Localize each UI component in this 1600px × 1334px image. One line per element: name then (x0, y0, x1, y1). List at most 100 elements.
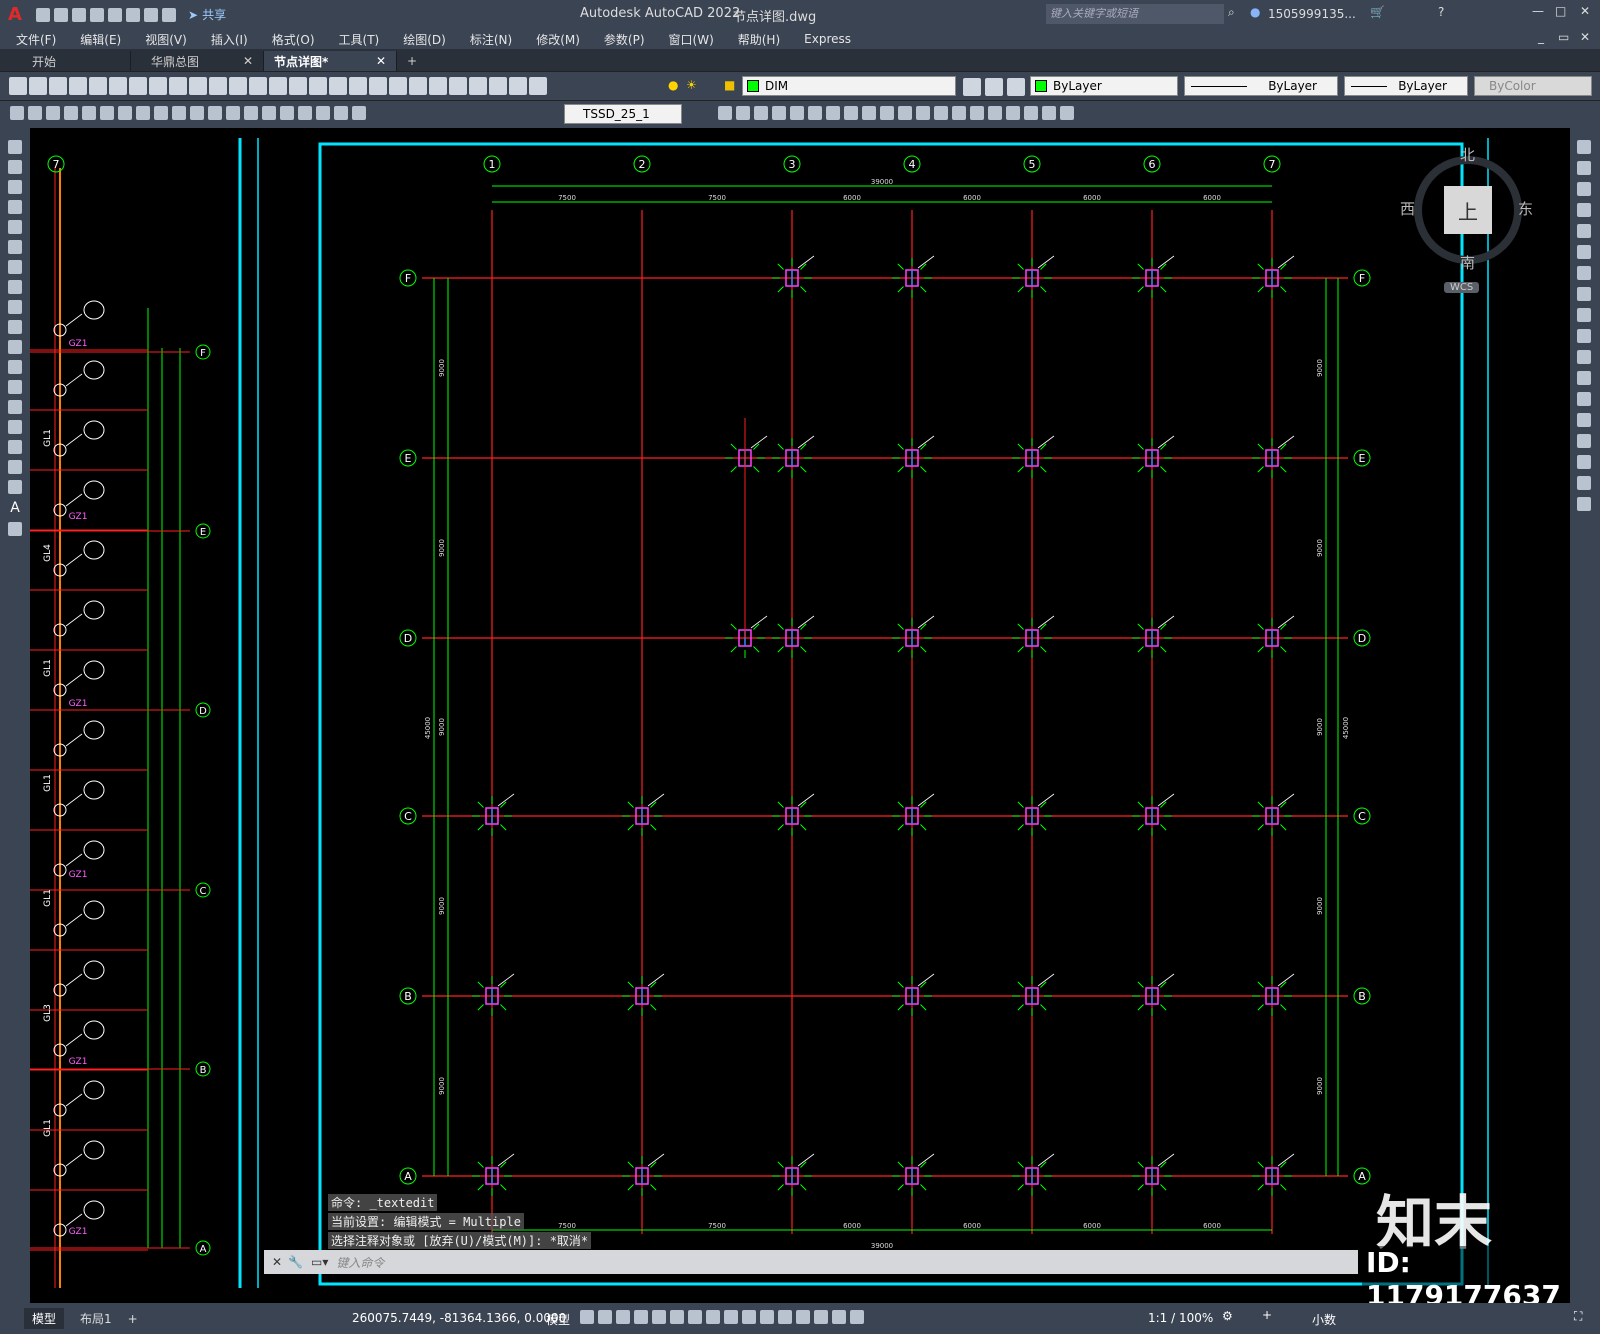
rotate-icon[interactable] (1577, 266, 1591, 280)
jogged-linear-icon[interactable] (298, 106, 312, 120)
help-icon[interactable] (489, 77, 507, 95)
circle-icon[interactable] (8, 260, 22, 274)
mirror-icon[interactable] (1577, 182, 1591, 196)
search-icon[interactable]: ⌕ (1228, 5, 1235, 20)
point-icon[interactable] (8, 400, 22, 414)
dim-text-edit-icon[interactable] (334, 106, 348, 120)
pan-icon[interactable] (289, 77, 307, 95)
add-selected-icon[interactable] (8, 522, 22, 536)
3d-osnap-icon[interactable] (760, 1310, 774, 1324)
crosshair-icon[interactable]: + (1262, 1308, 1272, 1322)
preview-icon[interactable] (89, 77, 107, 95)
blend-icon[interactable] (1577, 476, 1591, 490)
walk-icon[interactable] (1060, 106, 1074, 120)
hatch-icon[interactable] (8, 420, 22, 434)
user-name[interactable]: 1505999135... (1268, 7, 1356, 21)
wrench-icon[interactable]: 🔧 (288, 1255, 303, 1269)
section-icon[interactable] (970, 106, 984, 120)
arc-icon[interactable] (8, 240, 22, 254)
close-icon[interactable]: ✕ (243, 54, 253, 68)
new-tab-button[interactable]: + (397, 51, 441, 71)
copy-icon[interactable] (169, 77, 187, 95)
attribute-icon[interactable] (754, 106, 768, 120)
surface-icon[interactable] (934, 106, 948, 120)
zoom-window-icon[interactable] (329, 77, 347, 95)
doc-minimize-button[interactable]: _ (1538, 30, 1544, 44)
share-button[interactable]: ➤ 共享 (188, 6, 226, 23)
layer-dropdown[interactable]: DIM (742, 76, 956, 96)
tab-node-detail[interactable]: 节点详图* ✕ (264, 51, 397, 71)
saveas-icon[interactable] (90, 7, 104, 22)
viewcube[interactable]: 上 北 南 西 东 WCS (1400, 142, 1540, 302)
object-snap-icon[interactable] (688, 1310, 702, 1324)
render-icon[interactable] (826, 106, 840, 120)
fillet-icon[interactable] (1577, 455, 1591, 469)
zoom-previous-icon[interactable] (349, 77, 367, 95)
named-view-icon[interactable] (1042, 106, 1056, 120)
close-button[interactable]: ✕ (1580, 4, 1590, 18)
lineweight-icon[interactable] (706, 1310, 720, 1324)
join-icon[interactable] (1577, 413, 1591, 427)
undo-icon[interactable] (144, 7, 158, 22)
quick-dim-icon[interactable] (154, 106, 168, 120)
stretch-icon[interactable] (1577, 308, 1591, 322)
dim-jogged-icon[interactable] (100, 106, 114, 120)
linetype-dropdown[interactable]: ByLayer (1184, 76, 1338, 96)
3d-icon[interactable] (129, 77, 147, 95)
cart-icon[interactable]: 🛒 (1370, 5, 1385, 19)
polyline-icon[interactable] (8, 180, 22, 194)
annotation-visibility-icon[interactable] (832, 1310, 846, 1324)
insert-icon[interactable] (736, 106, 750, 120)
layer-isolate-icon[interactable] (985, 78, 1003, 96)
redo-icon[interactable] (162, 7, 176, 22)
app-logo[interactable]: A (8, 4, 34, 25)
dim-arc-icon[interactable] (46, 106, 60, 120)
menu-express[interactable]: Express (804, 32, 851, 46)
gizmo-icon[interactable] (814, 1310, 828, 1324)
center-mark-icon[interactable] (262, 106, 276, 120)
visual-style-icon[interactable] (898, 106, 912, 120)
polygon-icon[interactable] (8, 200, 22, 214)
add-layout-button[interactable]: + (128, 1312, 138, 1326)
menu-help[interactable]: 帮助(H) (738, 31, 780, 48)
make-block-icon[interactable] (8, 380, 22, 394)
open-icon[interactable] (29, 77, 47, 95)
compass-west[interactable]: 西 (1400, 198, 1415, 219)
selection-filter-icon[interactable] (796, 1310, 810, 1324)
gear-icon[interactable]: ⚙ (1222, 1309, 1233, 1323)
annotation-scale[interactable]: 1:1 / 100% (1148, 1311, 1213, 1325)
tab-layout1[interactable]: 布局1 (72, 1308, 120, 1329)
explode-icon[interactable] (1577, 497, 1591, 511)
redo-icon[interactable] (269, 77, 287, 95)
tab-model[interactable]: 模型 (24, 1308, 65, 1329)
drawing-canvas[interactable]: 39000 39000 7500 7500 7500 7500 6000 6000 6000 60… (30, 128, 1570, 1303)
close-icon[interactable]: ✕ (376, 54, 386, 68)
units-label[interactable]: 小数 (1312, 1311, 1336, 1328)
dim-edit-icon[interactable] (316, 106, 330, 120)
undo-icon[interactable] (249, 77, 267, 95)
save-icon[interactable] (49, 77, 67, 95)
dim-radius-icon[interactable] (82, 106, 96, 120)
color-dropdown[interactable]: ByLayer (1030, 76, 1178, 96)
polar-icon[interactable] (634, 1310, 648, 1324)
mesh-icon[interactable] (952, 106, 966, 120)
layer-state-icon[interactable] (529, 77, 547, 95)
auto-scale-icon[interactable] (850, 1310, 864, 1324)
scale-icon[interactable] (1577, 287, 1591, 301)
layer-previous-icon[interactable] (963, 78, 981, 96)
object-snap-tracking-icon[interactable] (670, 1310, 684, 1324)
user-icon[interactable]: ● (1250, 5, 1260, 19)
lineweight-dropdown[interactable]: ByLayer (1344, 76, 1468, 96)
material-icon[interactable] (880, 106, 894, 120)
dimstyle-dropdown[interactable]: TSSD_25_1 (564, 104, 682, 124)
ellipse-arc-icon[interactable] (8, 340, 22, 354)
line-icon[interactable] (8, 140, 22, 154)
tab-start[interactable]: 开始 (0, 51, 131, 71)
minimize-button[interactable]: — (1532, 4, 1544, 18)
model-space-toggle[interactable]: 模型 (546, 1311, 570, 1328)
block-icon[interactable] (718, 106, 732, 120)
layer-manager-icon[interactable] (509, 77, 527, 95)
gradient-icon[interactable] (8, 440, 22, 454)
doc-restore-button[interactable]: ▭ (1558, 30, 1569, 44)
new-icon[interactable] (9, 77, 27, 95)
